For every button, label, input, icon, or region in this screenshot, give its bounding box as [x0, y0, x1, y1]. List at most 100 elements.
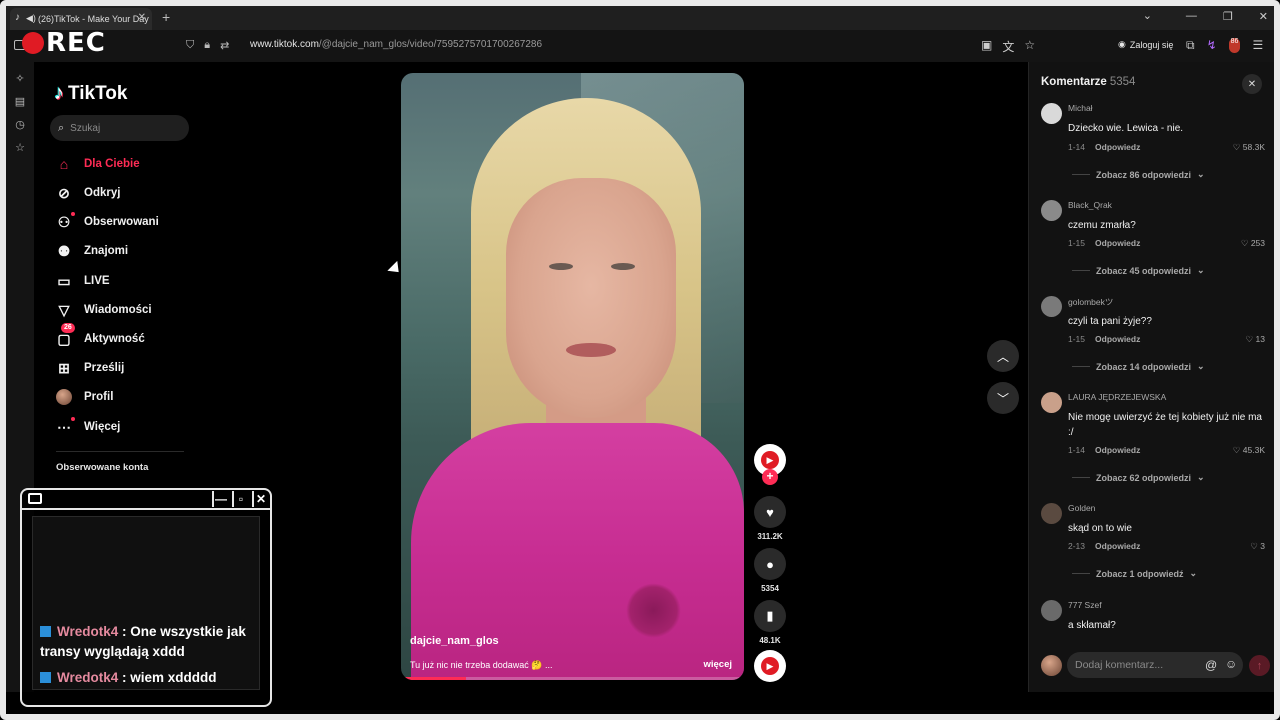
close-window-icon[interactable]: ✕ — [1259, 10, 1268, 23]
menu-icon[interactable]: ☰ — [1252, 38, 1263, 53]
reading-list-icon[interactable]: ▤ — [15, 95, 25, 108]
emoji-icon[interactable]: ☺ — [1225, 657, 1237, 671]
lock-icon[interactable]: 🔒︎ — [204, 39, 210, 52]
comment-user[interactable]: Golden — [1068, 503, 1095, 513]
sparkle-icon[interactable]: ✧ — [15, 72, 24, 85]
comment-date: 1-14 — [1068, 142, 1086, 152]
sidebar-item-more[interactable]: ⋯ Więcej — [56, 417, 121, 435]
comment-like-button[interactable]: ♡ 253 — [1241, 238, 1265, 249]
reply-button[interactable]: Odpowiedz — [1095, 445, 1140, 455]
avatar[interactable] — [1041, 296, 1062, 317]
reply-button[interactable]: Odpowiedz — [1095, 142, 1140, 152]
compass-icon: ⊘ — [58, 184, 70, 201]
reply-button[interactable]: Odpowiedz — [1095, 334, 1140, 344]
chevron-down-icon: ⌄ — [1197, 472, 1205, 482]
comment-button[interactable]: ● — [754, 548, 786, 580]
upload-icon: ⊞ — [58, 359, 70, 376]
chat-maximize-icon[interactable]: ▫ — [232, 491, 248, 507]
tiktok-logo[interactable]: ♪ TikTok — [54, 82, 127, 105]
heart-outline-icon: ♡ — [1232, 445, 1241, 455]
speaker-icon[interactable]: ◀) — [26, 13, 36, 24]
reply-button[interactable]: Odpowiedz — [1095, 541, 1140, 551]
view-replies-button[interactable]: Zobacz 86 odpowiedzi ⌄ — [1072, 169, 1205, 180]
mention-icon[interactable]: @ — [1205, 658, 1217, 672]
view-replies-button[interactable]: Zobacz 45 odpowiedzi ⌄ — [1072, 265, 1205, 276]
translate-icon[interactable]: 文 — [1002, 38, 1014, 55]
chat-close-icon[interactable]: ✕ — [252, 491, 268, 507]
heart-outline-icon: ♡ — [1245, 334, 1254, 344]
url-field[interactable]: www.tiktok.com/@dajcie_nam_glos/video/75… — [250, 39, 542, 50]
extension-logo-icon[interactable]: ↯ — [1207, 38, 1217, 53]
video-player[interactable]: dajcie_nam_glos Tu już nic nie trzeba do… — [401, 73, 744, 680]
close-comments-button[interactable]: ✕ — [1242, 74, 1262, 94]
avatar[interactable] — [1041, 200, 1062, 221]
sidebar-item-for-you[interactable]: ⌂ Dla Ciebie — [56, 156, 140, 172]
reply-button[interactable]: Odpowiedz — [1095, 238, 1140, 248]
login-button[interactable]: ◉ Zaloguj się — [1118, 39, 1173, 50]
bookmarks-icon[interactable]: ☆ — [15, 141, 25, 154]
view-replies-button[interactable]: Zobacz 62 odpowiedzi ⌄ — [1072, 472, 1205, 483]
comment-user[interactable]: Michał — [1068, 103, 1093, 113]
comment-input-row: @ ☺ ↑ — [1041, 652, 1271, 678]
video-author[interactable]: dajcie_nam_glos — [410, 635, 499, 647]
search-input[interactable] — [70, 122, 181, 134]
comment-user[interactable]: Black_Qrak — [1068, 200, 1112, 210]
history-icon[interactable]: ◷ — [15, 118, 25, 131]
video-more-link[interactable]: więcej — [703, 659, 732, 670]
search-box[interactable]: ⌕ — [50, 115, 189, 141]
sidebar-item-upload[interactable]: ⊞ Prześlij — [56, 360, 124, 376]
next-video-button[interactable]: ﹀ — [987, 382, 1019, 414]
sidebar-item-messages[interactable]: ▽ Wiadomości — [56, 302, 152, 318]
chat-minimize-icon[interactable]: — — [212, 491, 228, 507]
video-progress-track[interactable] — [401, 677, 744, 680]
avatar[interactable] — [1041, 103, 1062, 124]
comment-like-button[interactable]: ♡ 58.3K — [1233, 142, 1265, 153]
close-tab-icon[interactable]: ✕ — [138, 12, 146, 23]
sidebar-item-profile[interactable]: Profil — [56, 389, 113, 405]
sidebar-item-label: Więcej — [84, 421, 121, 433]
star-icon[interactable]: ☆ — [1024, 38, 1035, 55]
sidebar-item-friends[interactable]: ⚉ Znajomi — [56, 243, 128, 259]
extensions-icon[interactable]: ⧉ — [1186, 38, 1195, 53]
comment-like-button[interactable]: ♡ 13 — [1246, 334, 1265, 345]
comment-like-button[interactable]: ♡ 3 — [1250, 541, 1265, 552]
minimize-icon[interactable]: — — [1186, 10, 1197, 23]
avatar[interactable] — [1041, 503, 1062, 524]
extension-badge[interactable]: 86 — [1228, 38, 1241, 53]
following-icon: ⚇ — [56, 212, 75, 230]
new-tab-button[interactable]: + — [162, 9, 170, 25]
view-replies-button[interactable]: Zobacz 1 odpowiedź ⌄ — [1072, 568, 1197, 579]
shield-icon[interactable]: ⛉ — [186, 39, 194, 52]
send-comment-button[interactable]: ↑ — [1249, 655, 1270, 676]
tiktok-note-icon: ♪ — [54, 82, 64, 104]
comment-input[interactable] — [1075, 659, 1195, 671]
comment-like-button[interactable]: ♡ 45.3K — [1233, 445, 1265, 456]
avatar[interactable] — [1041, 600, 1062, 621]
music-disc-button[interactable]: ▶ — [754, 650, 786, 682]
comment-text: czemu zmarła? — [1068, 220, 1136, 231]
comment-user[interactable]: 777 Szef — [1068, 600, 1102, 610]
restore-icon[interactable]: ❐ — [1223, 10, 1233, 23]
chat-title-bar: — ▫ ✕ — [22, 490, 270, 510]
comment-user[interactable]: LAURA JĘDRZEJEWSKA — [1068, 392, 1166, 402]
tab-list-chevron-icon[interactable]: ⌄ — [1143, 9, 1152, 22]
bookmark-icon: ▮ — [766, 608, 774, 623]
comment-user[interactable]: golombekツ — [1068, 296, 1113, 308]
previous-video-button[interactable]: ︿ — [987, 340, 1019, 372]
sidebar-item-following[interactable]: ⚇ Obserwowani — [56, 212, 159, 230]
sidebar-item-live[interactable]: ▭ LIVE — [56, 273, 109, 289]
sidebar-item-explore[interactable]: ⊘ Odkryj — [56, 185, 120, 201]
heart-outline-icon: ♡ — [1250, 541, 1258, 551]
save-button[interactable]: ▮ — [754, 600, 786, 632]
view-replies-button[interactable]: Zobacz 14 odpowiedzi ⌄ — [1072, 361, 1205, 372]
reader-icon[interactable]: ▣ — [981, 38, 992, 55]
sidebar-item-activity[interactable]: ▢ 26 Aktywność — [56, 323, 145, 347]
rec-label: REC — [46, 28, 106, 58]
comment-like-count: 3 — [1260, 541, 1265, 551]
avatar[interactable] — [1041, 392, 1062, 413]
permissions-icon[interactable]: ⇄ — [220, 39, 229, 52]
comment-input-box[interactable]: @ ☺ — [1067, 652, 1243, 678]
browser-tab[interactable]: ♪ ◀) (26)TikTok - Make Your Day ✕ — [10, 8, 152, 30]
follow-plus-button[interactable]: + — [762, 469, 778, 485]
like-button[interactable]: ♥ — [754, 496, 786, 528]
